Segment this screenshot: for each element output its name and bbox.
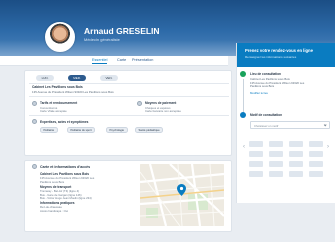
step-location-label: Lieu de consultation: [250, 72, 281, 76]
time-slot[interactable]: [309, 151, 323, 157]
stethoscope-icon: [32, 119, 37, 124]
map-pin-icon: [32, 164, 37, 169]
expertise-tags: Pédiatrie Pédiatrie du sport Psychologie…: [40, 127, 230, 135]
practice-title: Cabinet Les Pavillons sous Bois: [32, 85, 83, 89]
step-done-icon: [240, 71, 246, 77]
step-location-line: Pavillons sous Bois: [250, 84, 275, 88]
time-slot[interactable]: [249, 141, 263, 147]
euro-icon: [32, 101, 37, 106]
booking-title: Prenez votre rendez-vous en ligne: [245, 48, 313, 53]
time-slot[interactable]: [289, 161, 303, 167]
step-current-icon: [240, 112, 246, 118]
expertise-tag[interactable]: Psychologie: [106, 127, 128, 133]
doctor-specialty: Médecin généraliste: [84, 37, 120, 42]
time-slot[interactable]: [289, 141, 303, 147]
expertise-tag[interactable]: Santé pédiatrique: [135, 127, 164, 133]
chevron-right-icon[interactable]: ›: [327, 144, 329, 150]
practice-address: 135 Avenue du Président Wilson 93320 Les…: [32, 89, 114, 94]
tab-essentiel[interactable]: Essentiel: [92, 58, 108, 64]
expertise-tag[interactable]: Pédiatrie du sport: [67, 127, 96, 133]
place-address: Pavillons sous Bois: [40, 179, 65, 184]
time-slot[interactable]: [249, 151, 263, 157]
time-slot[interactable]: [249, 161, 263, 167]
doctor-name: Arnaud GRESELIN: [84, 26, 160, 36]
chevron-down-icon: [323, 123, 327, 128]
time-slot[interactable]: [269, 171, 283, 177]
doctor-avatar: [45, 22, 75, 52]
time-slot[interactable]: [309, 171, 323, 177]
time-slot[interactable]: [269, 161, 283, 167]
access-title: Carte et informations d'accès: [40, 164, 91, 169]
transport-item: Bus - Victor Hugo Jean Moulin (ligne 234…: [40, 196, 92, 200]
tab-carte[interactable]: Carte: [117, 58, 126, 62]
day-seg-mon[interactable]: LUN.: [36, 75, 54, 81]
reason-select-placeholder: Choisissez un motif: [254, 124, 279, 128]
time-slot[interactable]: [269, 151, 283, 157]
step-connector: [242, 79, 244, 113]
payment-line: Carte bancaire non acceptée: [145, 109, 181, 113]
day-seg-fri[interactable]: VEN.: [100, 75, 118, 81]
step-reason-label: Motif de consultation: [250, 113, 283, 117]
day-seg-wed[interactable]: MER.: [68, 75, 86, 81]
booking-panel: Prenez votre rendez-vous en ligne Rensei…: [236, 43, 335, 203]
payment-label: Moyens de paiement: [145, 101, 177, 105]
tab-presentation[interactable]: Présentation: [132, 58, 153, 62]
booking-header: Prenez votre rendez-vous en ligne Rensei…: [237, 43, 335, 67]
time-slot[interactable]: [249, 171, 263, 177]
profile-tabs: Essentiel Carte Présentation: [0, 56, 228, 66]
practical-item: Accès handicapé : Oui: [40, 208, 68, 213]
expertise-label: Expertises, actes et symptômes: [40, 120, 89, 124]
time-slot[interactable]: [289, 151, 303, 157]
reason-select[interactable]: Choisissez un motif: [250, 121, 330, 129]
time-slot[interactable]: [309, 141, 323, 147]
tarifs-line: Carte Vitale acceptée: [40, 109, 67, 113]
tarifs-label: Tarifs et remboursement: [40, 101, 78, 105]
change-location-link[interactable]: Modifier le lieu: [250, 91, 268, 95]
booking-subtitle: Renseignez les informations suivantes: [245, 55, 297, 59]
map-marker-icon[interactable]: [177, 184, 186, 196]
chevron-left-icon[interactable]: ‹: [243, 144, 245, 150]
time-slot[interactable]: [289, 171, 303, 177]
expertise-tag[interactable]: Pédiatrie: [40, 127, 58, 133]
card-icon: [137, 101, 142, 106]
time-slot[interactable]: [309, 161, 323, 167]
location-map[interactable]: [140, 164, 224, 226]
time-slot[interactable]: [269, 141, 283, 147]
practice-card: LUN. MER. VEN. Cabinet Les Pavillons sou…: [24, 70, 232, 156]
